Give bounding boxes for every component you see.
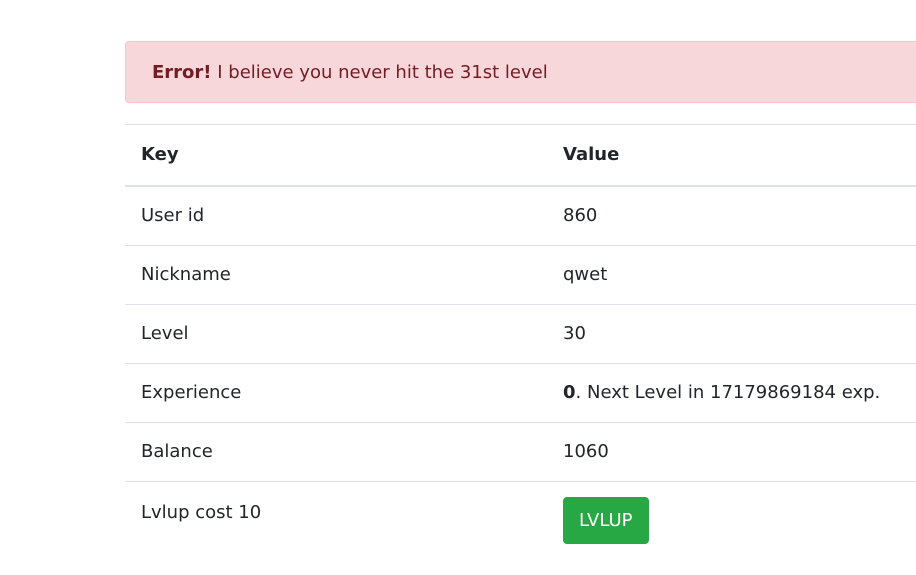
experience-key: Experience <box>125 363 547 423</box>
experience-value: 0. Next Level in 17179869184 exp. <box>547 363 916 423</box>
table-row: User id 860 <box>125 185 916 246</box>
user-info-table: Key Value User id 860 Nickname qwet Leve… <box>125 124 916 560</box>
table-row: Experience 0. Next Level in 17179869184 … <box>125 363 916 423</box>
user-id-value: 860 <box>547 185 916 246</box>
nickname-key: Nickname <box>125 245 547 305</box>
next-level-text: . Next Level in 17179869184 exp. <box>575 382 881 403</box>
lvlup-button[interactable]: LVLUP <box>563 497 649 544</box>
alert-message: I believe you never hit the 31st level <box>211 62 548 83</box>
balance-key: Balance <box>125 422 547 482</box>
nickname-value: qwet <box>547 245 916 305</box>
table-row: Level 30 <box>125 304 916 364</box>
user-id-key: User id <box>125 185 547 246</box>
level-key: Level <box>125 304 547 364</box>
lvlup-cell: LVLUP <box>547 481 916 560</box>
level-value: 30 <box>547 304 916 364</box>
header-value: Value <box>547 124 916 187</box>
error-alert: Error! I believe you never hit the 31st … <box>125 41 916 103</box>
table-row: Nickname qwet <box>125 245 916 305</box>
balance-value: 1060 <box>547 422 916 482</box>
alert-strong: Error! <box>152 62 212 83</box>
table-row: Lvlup cost 10 LVLUP <box>125 481 916 560</box>
lvlup-cost-key: Lvlup cost 10 <box>125 481 547 560</box>
experience-amount: 0 <box>563 382 576 403</box>
table-header-row: Key Value <box>125 124 916 187</box>
table-row: Balance 1060 <box>125 422 916 482</box>
header-key: Key <box>125 124 547 187</box>
